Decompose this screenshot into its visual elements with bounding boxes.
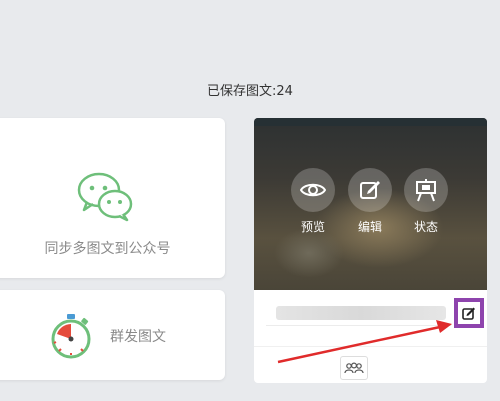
mass-send-card[interactable]: 群发图文: [0, 290, 225, 380]
preview-button[interactable]: 预览: [289, 168, 337, 235]
article-card: 预览 编辑 状态: [254, 118, 487, 383]
title-underline: [266, 325, 451, 326]
article-title-field: [276, 306, 446, 320]
easel-icon: [416, 179, 436, 202]
eye-icon: [300, 183, 326, 197]
status-label: 状态: [413, 220, 438, 234]
timer-icon: [51, 314, 91, 359]
cover-image-region: [274, 228, 344, 278]
mass-send-label: 群发图文: [110, 329, 166, 345]
preview-label: 预览: [300, 220, 325, 234]
edit-icon: [462, 307, 475, 320]
sync-card-label: 同步多图文到公众号: [44, 241, 171, 257]
edit-icon: [360, 181, 380, 199]
cover-top-bar: [254, 118, 487, 126]
saved-count: 已保存图文:24: [207, 84, 293, 99]
edit-label: 编辑: [357, 220, 382, 234]
people-icon: [344, 362, 364, 374]
wechat-icon: [77, 172, 133, 222]
sync-to-official-account-card[interactable]: 同步多图文到公众号: [0, 118, 225, 278]
card-divider: [254, 346, 487, 347]
edit-title-button[interactable]: [454, 298, 484, 328]
article-cover-image: 预览 编辑 状态: [254, 118, 487, 290]
edit-button[interactable]: 编辑: [346, 168, 394, 235]
status-button[interactable]: 状态: [402, 168, 450, 235]
group-button[interactable]: [340, 356, 368, 380]
